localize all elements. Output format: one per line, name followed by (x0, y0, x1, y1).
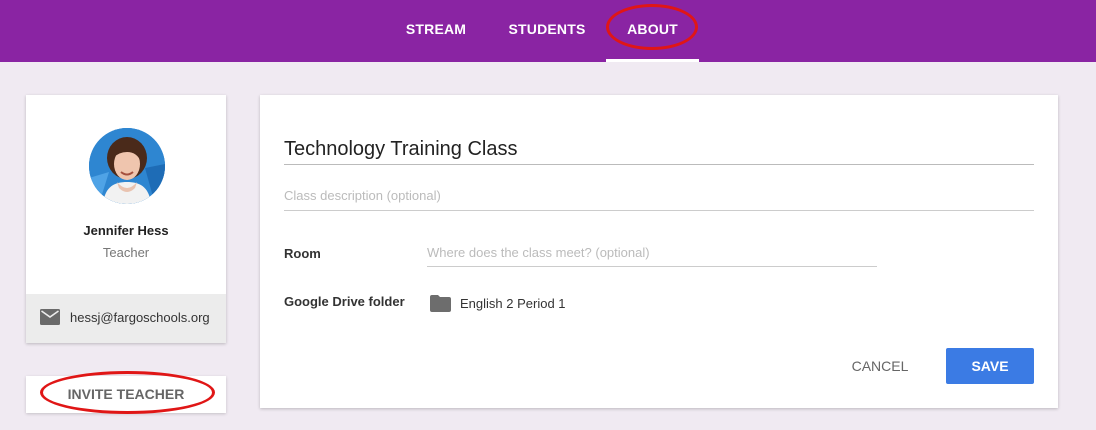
teacher-name: Jennifer Hess (83, 223, 169, 238)
teacher-email: hessj@fargoschools.org (70, 310, 210, 325)
tab-about-label: ABOUT (627, 21, 678, 37)
drive-folder-label: Google Drive folder (284, 294, 405, 309)
tab-stream[interactable]: STREAM (395, 0, 477, 62)
class-description-field[interactable]: Class description (optional) (284, 188, 1034, 211)
teacher-profile-card: Jennifer Hess Teacher hessj@fargoschools… (26, 95, 226, 343)
tab-students[interactable]: STUDENTS (497, 0, 597, 62)
folder-icon (430, 295, 451, 312)
avatar (89, 128, 165, 204)
top-nav-bar: STREAM STUDENTS ABOUT (0, 0, 1096, 62)
class-about-form: Technology Training Class Class descript… (260, 95, 1058, 408)
active-tab-indicator (606, 59, 699, 62)
tab-about[interactable]: ABOUT (606, 0, 699, 62)
room-field[interactable]: Where does the class meet? (optional) (427, 245, 877, 267)
email-row[interactable]: hessj@fargoschools.org (26, 294, 226, 343)
teacher-role: Teacher (102, 245, 150, 260)
class-name-field[interactable]: Technology Training Class (284, 138, 1034, 165)
invite-teacher-button[interactable]: INVITE TEACHER (26, 376, 226, 413)
room-label: Room (284, 246, 321, 261)
save-button[interactable]: SAVE (946, 348, 1034, 384)
drive-folder-link[interactable]: English 2 Period 1 (460, 296, 566, 311)
cancel-button[interactable]: CANCEL (838, 348, 922, 384)
mail-icon (40, 309, 60, 325)
